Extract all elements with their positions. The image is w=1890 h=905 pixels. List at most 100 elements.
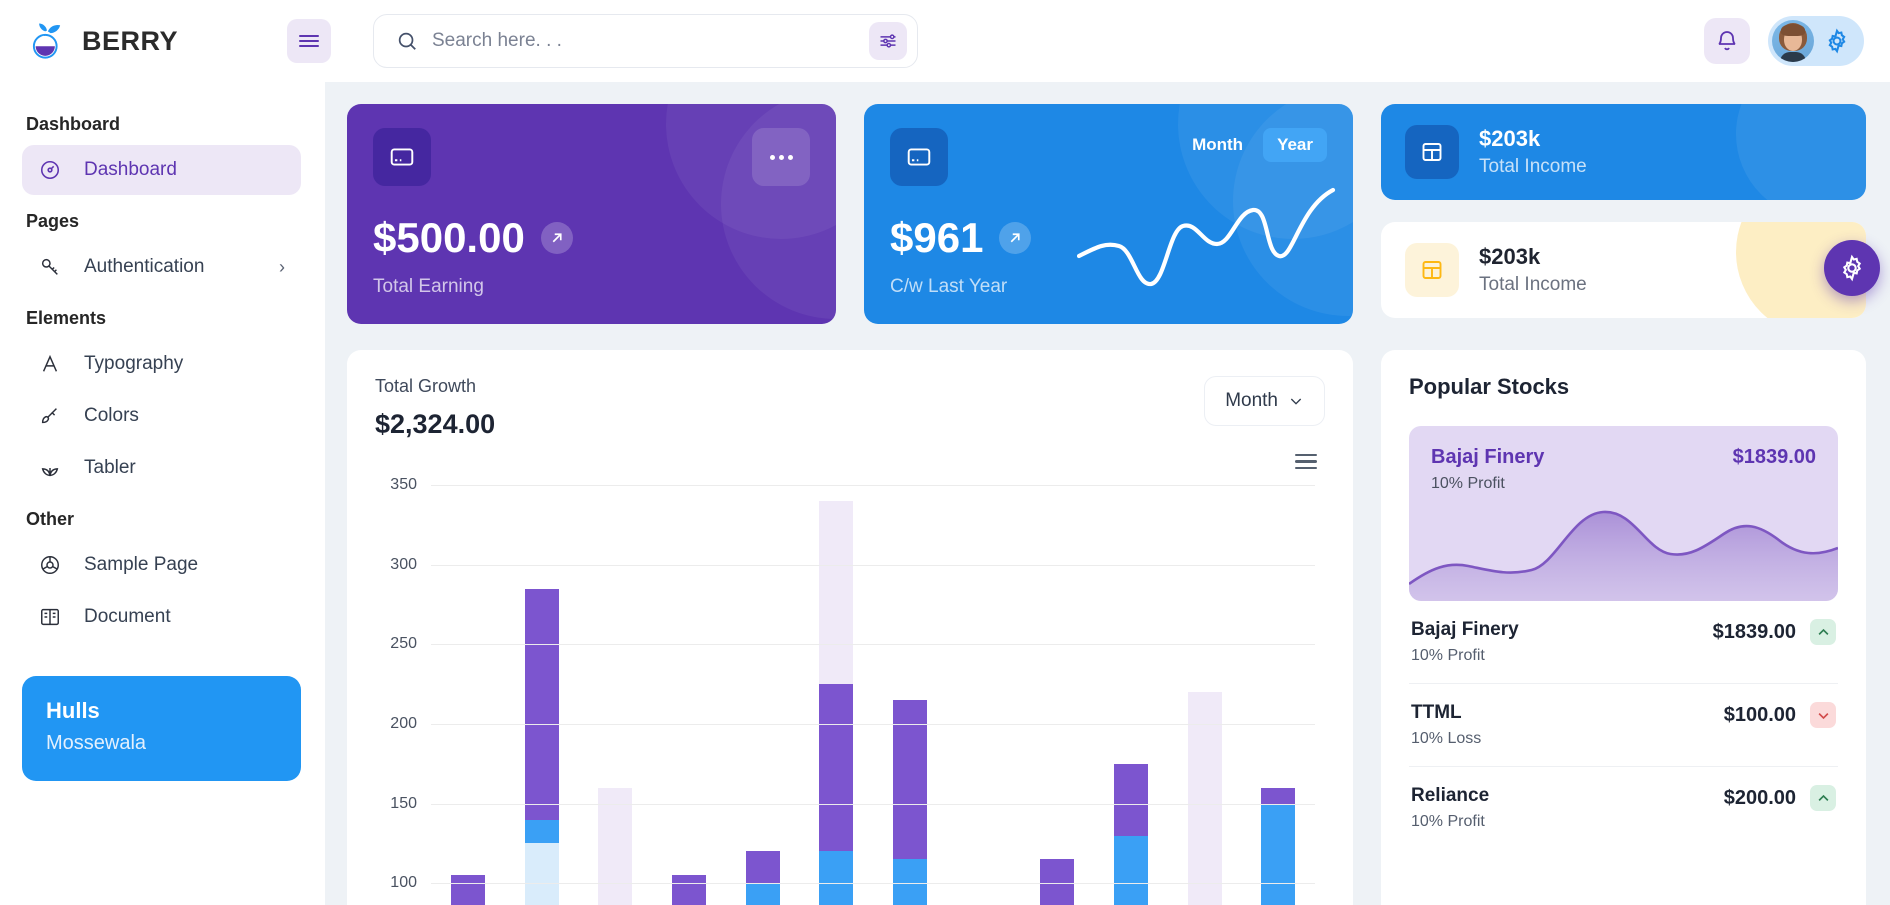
chart-bar[interactable] (524, 588, 559, 905)
promo-subtitle: Mossewala (46, 732, 147, 754)
sidebar-item-label: Authentication (84, 256, 205, 277)
chart-bar[interactable] (1040, 859, 1075, 905)
chart-bar-slot[interactable] (1168, 477, 1242, 905)
stock-row[interactable]: TTML 10% Loss $100.00 (1409, 683, 1838, 766)
chart-bar-slot[interactable] (947, 477, 1021, 905)
featured-stock-name: Bajaj Finery (1431, 446, 1545, 468)
chart-bar-slot[interactable] (1094, 477, 1168, 905)
dashboard-app: BERRY Search here. . . Dashboard Dashboa… (0, 0, 1890, 905)
sidebar-item-colors[interactable]: Colors (22, 391, 301, 441)
sidebar-caption-elements: Elements (26, 308, 107, 328)
table-grid-icon (1405, 243, 1459, 297)
chart-bar-slot[interactable] (652, 477, 726, 905)
small-stat-cards: $203k Total Income $203k Total Income (1381, 104, 1866, 324)
chart-bar-slot[interactable] (505, 477, 579, 905)
sidebar-caption-other: Other (26, 509, 75, 529)
chart-bar-slot[interactable] (1020, 477, 1094, 905)
arrow-up-right-icon (999, 222, 1032, 254)
settings-fab-button[interactable] (1824, 240, 1880, 296)
growth-bar-chart: 100 150 200 250 300 350 (375, 476, 1325, 905)
chart-bar[interactable] (671, 875, 706, 905)
hamburger-menu-button[interactable] (287, 19, 331, 63)
stock-row[interactable]: Bajaj Finery 10% Profit $1839.00 (1409, 601, 1838, 683)
chart-bar[interactable] (892, 700, 927, 905)
total-income-white-label: Total Income (1479, 274, 1587, 295)
chart-bar[interactable] (1261, 787, 1296, 905)
sidebar-item-tabler[interactable]: Tabler (22, 443, 301, 493)
chart-y-axis: 100 150 200 250 300 350 (375, 476, 423, 905)
big-stat-cards: $500.00 Total Earning Month Year $961 C/… (347, 104, 1353, 324)
settings-gear-icon[interactable] (1824, 28, 1850, 54)
chart-bar[interactable] (819, 501, 854, 905)
sidebar-item-authentication[interactable]: Authentication › (22, 242, 301, 292)
growth-period-select[interactable]: Month (1204, 376, 1325, 426)
total-income-blue-card[interactable]: $203k Total Income (1381, 104, 1866, 200)
header-actions (1704, 16, 1890, 66)
period-toggle[interactable]: Month Year (1178, 128, 1327, 162)
stock-price: $200.00 (1723, 786, 1796, 809)
search-icon (398, 32, 416, 50)
search-filter-button[interactable] (869, 22, 907, 60)
gridline (431, 564, 1315, 566)
sidebar: Dashboard Dashboard Pages Authentication… (0, 82, 325, 905)
chart-bar-segment (598, 787, 633, 905)
chart-bar[interactable] (598, 787, 633, 905)
chart-bar-slot[interactable] (873, 477, 947, 905)
stock-value-group: $100.00 (1724, 702, 1836, 728)
notifications-button[interactable] (1704, 18, 1750, 64)
y-axis-tick: 250 (390, 635, 417, 653)
total-income-white-card[interactable]: $203k Total Income (1381, 222, 1866, 318)
sidebar-item-dashboard[interactable]: Dashboard (22, 145, 301, 195)
chart-bar-segment (819, 851, 854, 905)
stock-info: Bajaj Finery 10% Profit (1411, 619, 1519, 665)
chart-bar-segment (524, 843, 559, 905)
stock-name: TTML (1411, 702, 1462, 723)
y-axis-tick: 150 (390, 794, 417, 812)
chart-menu-button[interactable] (1295, 450, 1317, 473)
chart-bar-slot[interactable] (726, 477, 800, 905)
chart-bar[interactable] (745, 851, 780, 905)
chart-bar-segment (819, 501, 854, 685)
more-dots-icon (769, 154, 793, 160)
search-input[interactable] (432, 30, 855, 52)
sidebar-item-label: Sample Page (84, 554, 199, 575)
period-month-button[interactable]: Month (1178, 128, 1257, 162)
stock-price: $100.00 (1723, 703, 1796, 726)
y-axis-tick: 300 (390, 555, 417, 573)
filter-sliders-icon (880, 34, 896, 48)
growth-amount: $2,324.00 (375, 409, 496, 439)
cw-last-year-card[interactable]: Month Year $961 C/w Last Year (864, 104, 1353, 324)
total-income-blue-value: $203k (1479, 126, 1541, 151)
chart-bar-slot[interactable] (1241, 477, 1315, 905)
chart-bar-slot[interactable] (578, 477, 652, 905)
brand[interactable]: BERRY (0, 20, 325, 62)
sidebar-item-label: Colors (84, 405, 139, 426)
total-earning-card[interactable]: $500.00 Total Earning (347, 104, 836, 324)
profile-menu[interactable] (1768, 16, 1864, 66)
chart-bar-slot[interactable] (799, 477, 873, 905)
sparkline-chart (1077, 187, 1336, 287)
featured-stock-card[interactable]: Bajaj Finery 10% Profit $1839.00 (1409, 426, 1838, 601)
sidebar-promo-card[interactable]: Hulls Mossewala (22, 676, 301, 781)
stock-name: Reliance (1411, 785, 1490, 806)
chart-bar-segment (671, 875, 706, 905)
sidebar-item-typography[interactable]: Typography (22, 339, 301, 389)
stock-row[interactable]: Reliance 10% Profit $200.00 (1409, 766, 1838, 849)
sidebar-item-label: Dashboard (84, 159, 177, 180)
tabler-leaf-icon (38, 457, 62, 479)
stock-name: Bajaj Finery (1411, 619, 1519, 640)
card-more-button[interactable] (752, 128, 810, 186)
period-year-button[interactable]: Year (1263, 128, 1327, 162)
search-bar[interactable] (373, 14, 918, 68)
sidebar-item-sample-page[interactable]: Sample Page (22, 540, 301, 590)
sidebar-item-document[interactable]: Document (22, 592, 301, 642)
growth-title: Total Growth (375, 376, 477, 396)
book-icon (38, 606, 62, 628)
promo-title: Hulls (46, 698, 100, 723)
chart-bar[interactable] (450, 875, 485, 905)
sidebar-caption-pages: Pages (26, 211, 80, 231)
lower-row: Total Growth $2,324.00 Month 100 150 200… (347, 350, 1866, 905)
chart-bar-segment (745, 851, 780, 884)
chart-bar-slot[interactable] (431, 477, 505, 905)
chevron-down-icon (1810, 702, 1836, 728)
